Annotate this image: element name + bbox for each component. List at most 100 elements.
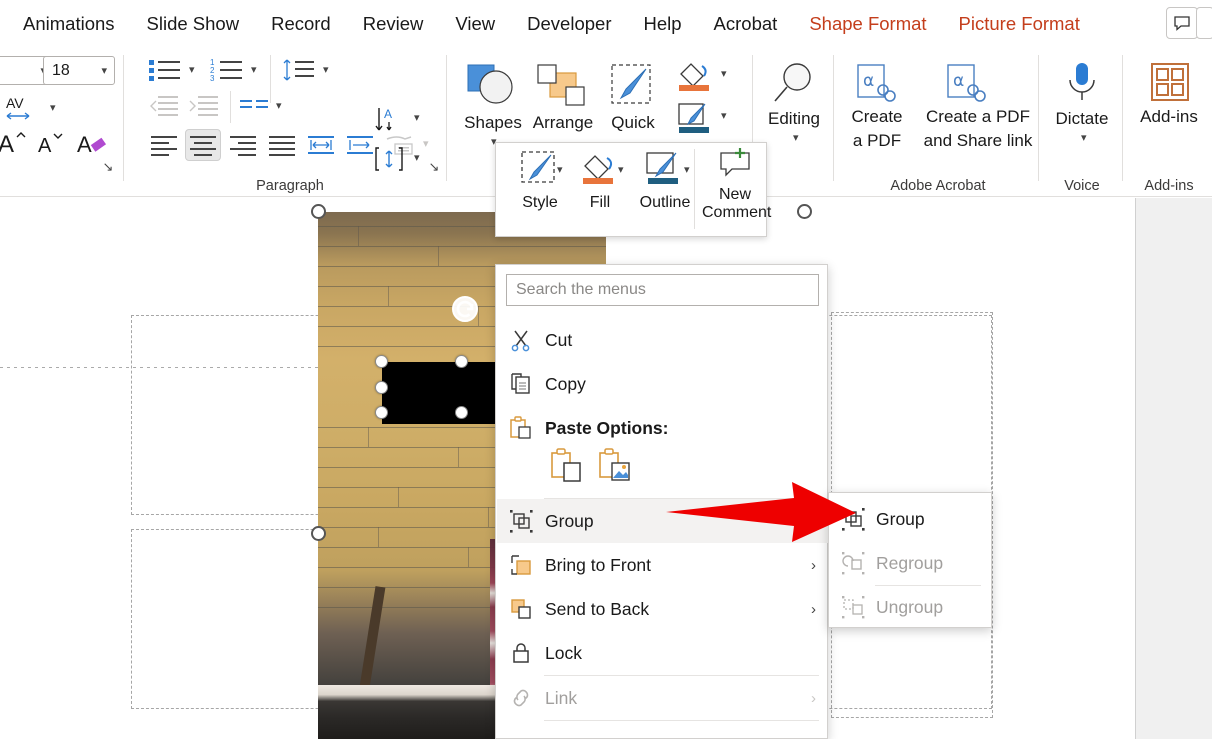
context-menu-separator	[544, 720, 819, 721]
context-menu-item-link[interactable]: Link ›	[497, 676, 828, 720]
clear-formatting-button[interactable]: A	[76, 125, 110, 159]
chevron-down-icon[interactable]: ▾	[420, 137, 432, 150]
context-menu-item-lock[interactable]: Lock	[497, 631, 828, 675]
shape-handle-top-left[interactable]	[375, 355, 388, 368]
shape-fill-button[interactable]	[672, 57, 716, 95]
character-spacing-button[interactable]: AV	[0, 93, 48, 123]
comments-button[interactable]	[1166, 7, 1198, 39]
microphone-icon	[1064, 60, 1100, 108]
align-right-button[interactable]	[225, 129, 261, 161]
tab-record[interactable]: Record	[255, 0, 347, 47]
chevron-down-icon[interactable]: ▾	[320, 63, 332, 76]
tab-shape-format[interactable]: Shape Format	[793, 0, 942, 47]
ribbon-group-label-paragraph: Paragraph	[130, 178, 450, 194]
context-menu-item-bring-to-front[interactable]: Bring to Front ›	[497, 543, 828, 587]
chevron-down-icon[interactable]: ▾	[47, 101, 59, 114]
svg-text:⍺: ⍺	[953, 71, 964, 90]
tab-picture-format[interactable]: Picture Format	[943, 0, 1096, 47]
chevron-down-icon[interactable]: ▾	[411, 111, 423, 124]
chevron-down-icon[interactable]: ▾	[1078, 131, 1090, 144]
shape-handle-top-right[interactable]	[455, 355, 468, 368]
editing-button[interactable]	[766, 59, 822, 111]
alignment-guide-horizontal	[0, 367, 318, 368]
mini-fill-button[interactable]: Fill	[568, 149, 632, 212]
mini-style-button[interactable]: Style	[506, 149, 574, 212]
tab-developer[interactable]: Developer	[511, 0, 627, 47]
tab-review[interactable]: Review	[347, 0, 440, 47]
context-menu-item-group[interactable]: Group	[497, 499, 828, 543]
ribbon-group-voice: Dictate ▾ Voice	[1042, 47, 1122, 197]
paste-picture-button[interactable]	[598, 447, 632, 490]
shape-outline-icon	[675, 100, 713, 136]
justify-button[interactable]	[264, 129, 300, 161]
paste-keep-formatting-button[interactable]	[550, 447, 584, 490]
rotate-handle[interactable]	[452, 296, 478, 322]
decrease-indent-button[interactable]	[146, 91, 182, 121]
sort-button[interactable]: A	[370, 102, 410, 136]
create-pdf-button[interactable]: ⍺	[848, 61, 904, 107]
arrange-label: Arrange	[530, 113, 596, 133]
chevron-down-icon[interactable]: ▾	[273, 99, 285, 112]
lock-icon	[497, 641, 545, 665]
increase-indent-button[interactable]	[186, 91, 222, 121]
chevron-down-icon[interactable]: ▾	[790, 131, 802, 144]
ribbon-group-font: ▾ 18 ▾ AV ▾ A	[0, 47, 125, 197]
tab-animations[interactable]: Animations	[0, 0, 131, 47]
tab-acrobat[interactable]: Acrobat	[698, 0, 794, 47]
submenu-item-regroup[interactable]: Regroup	[830, 541, 992, 585]
mini-outline-button[interactable]: Outline	[629, 149, 701, 212]
columns-button[interactable]	[236, 91, 272, 121]
align-text-button[interactable]	[370, 142, 410, 176]
shape-outline-button[interactable]	[672, 99, 716, 137]
paragraph-dialog-launcher[interactable]: ↘	[426, 159, 442, 175]
shape-handle-bottom-right[interactable]	[455, 406, 468, 419]
arrange-button[interactable]	[530, 59, 596, 113]
create-pdf-share-button[interactable]: ⍺	[938, 61, 994, 107]
font-dialog-launcher[interactable]: ↘	[100, 159, 116, 175]
submenu-item-group[interactable]: Group	[830, 497, 992, 541]
mini-new-comment-button[interactable]: New Comment	[702, 145, 768, 222]
context-menu-item-send-to-back[interactable]: Send to Back ›	[497, 587, 828, 631]
quick-styles-button[interactable]	[602, 59, 664, 113]
bullets-button[interactable]	[146, 55, 184, 85]
share-button-partial[interactable]	[1196, 7, 1212, 39]
search-menus-input[interactable]: Search the menus	[506, 274, 819, 306]
sort-icon: A	[373, 104, 407, 134]
shapes-gallery-button[interactable]	[460, 59, 526, 113]
tab-slide-show[interactable]: Slide Show	[131, 0, 256, 47]
group-icon	[830, 507, 876, 531]
tab-view[interactable]: View	[439, 0, 511, 47]
chevron-down-icon[interactable]: ▾	[615, 163, 627, 176]
selection-handle-top-left[interactable]	[311, 204, 326, 219]
shape-handle-bottom-left[interactable]	[375, 406, 388, 419]
align-center-button[interactable]	[185, 129, 221, 161]
paste-picture-icon	[598, 447, 632, 485]
chevron-down-icon[interactable]: ▾	[411, 151, 423, 164]
align-left-button[interactable]	[146, 129, 182, 161]
add-ins-button[interactable]	[1148, 59, 1192, 105]
tab-help[interactable]: Help	[627, 0, 697, 47]
submenu-item-ungroup[interactable]: Ungroup	[830, 585, 992, 629]
context-menu-item-copy[interactable]: Copy	[497, 362, 828, 406]
chevron-down-icon[interactable]: ▾	[248, 63, 260, 76]
dictate-button[interactable]	[1060, 59, 1104, 109]
distributed-button[interactable]	[303, 129, 339, 161]
numbering-button[interactable]: 1 2 3	[208, 55, 246, 85]
chevron-down-icon[interactable]: ▾	[186, 63, 198, 76]
selection-handle-mid-left[interactable]	[311, 526, 326, 541]
chevron-down-icon[interactable]: ▾	[718, 109, 730, 122]
chevron-down-icon[interactable]: ▾	[554, 163, 566, 176]
font-size-combo[interactable]: 18 ▾	[43, 56, 115, 85]
line-spacing-button[interactable]	[280, 55, 318, 85]
context-menu-item-cut[interactable]: Cut	[497, 318, 828, 362]
submenu-label-group: Group	[876, 509, 925, 530]
rotate-icon	[454, 298, 476, 320]
increase-font-size-button[interactable]: A	[0, 125, 28, 159]
chevron-down-icon[interactable]: ▾	[681, 163, 693, 176]
svg-text:A: A	[38, 135, 52, 157]
shape-handle-mid-left[interactable]	[375, 381, 388, 394]
align-right-icon	[228, 133, 258, 157]
decrease-font-size-button[interactable]: A	[32, 125, 66, 159]
chevron-down-icon[interactable]: ▾	[718, 67, 730, 80]
selection-handle-top-right[interactable]	[797, 204, 812, 219]
